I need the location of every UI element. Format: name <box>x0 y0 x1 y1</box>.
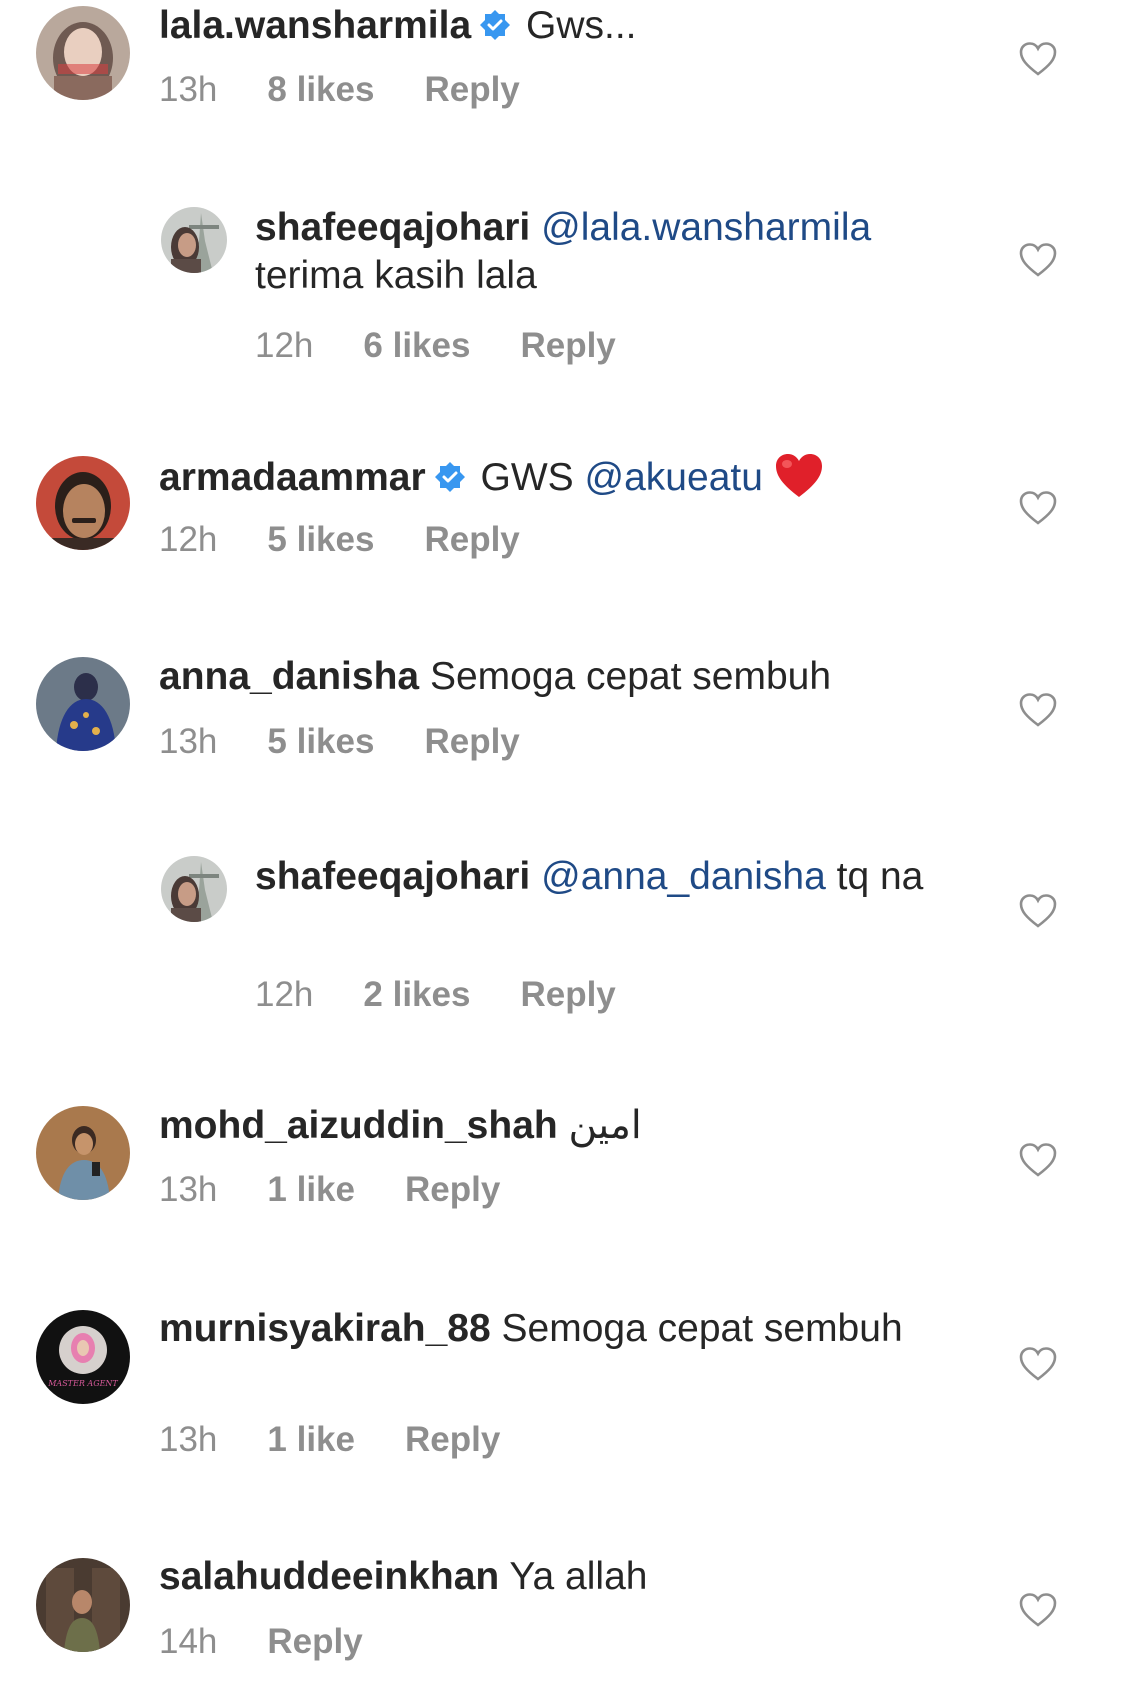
username[interactable]: shafeeqajohari <box>255 206 530 249</box>
username[interactable]: lala.wansharmila <box>159 4 471 47</box>
reply-button[interactable]: Reply <box>405 1418 500 1462</box>
avatar[interactable] <box>161 207 227 273</box>
comment-meta: 13h 8 likes Reply <box>159 68 520 112</box>
likes-count[interactable]: 1 like <box>267 1418 355 1462</box>
comment-text: mohd_aizuddin_shah امين <box>159 1102 919 1150</box>
reply-button[interactable]: Reply <box>520 324 615 368</box>
comment-meta: 13h 5 likes Reply <box>159 720 520 764</box>
comment-text: anna_danisha Semoga cepat sembuh <box>159 653 919 701</box>
timestamp: 12h <box>255 975 314 1014</box>
comment-meta: 13h 1 like Reply <box>159 1168 500 1212</box>
reply-button[interactable]: Reply <box>424 68 519 112</box>
heart-outline-icon[interactable] <box>1018 1346 1058 1382</box>
timestamp: 14h <box>159 1622 218 1661</box>
comment-meta: 12h 5 likes Reply <box>159 518 520 562</box>
username[interactable]: mohd_aizuddin_shah <box>159 1104 558 1147</box>
comment-text: shafeeqajohari @lala.wansharmila terima … <box>255 204 935 300</box>
likes-count[interactable]: 5 likes <box>267 518 374 562</box>
heart-outline-icon[interactable] <box>1018 1592 1058 1628</box>
likes-count[interactable]: 8 likes <box>267 68 374 112</box>
comment-body: Semoga cepat sembuh <box>429 655 832 698</box>
heart-outline-icon[interactable] <box>1018 41 1058 77</box>
comment-body: tq na <box>836 855 924 898</box>
likes-count[interactable]: 2 likes <box>363 973 470 1017</box>
username[interactable]: anna_danisha <box>159 655 419 698</box>
verified-badge-icon <box>434 457 466 492</box>
avatar[interactable] <box>36 1106 130 1200</box>
mention-link[interactable]: @akueatu <box>585 456 763 499</box>
username[interactable]: salahuddeeinkhan <box>159 1555 499 1598</box>
avatar[interactable]: MASTER AGENT <box>36 1310 130 1404</box>
avatar[interactable] <box>36 657 130 751</box>
likes-count[interactable]: 1 like <box>267 1168 355 1212</box>
likes-count[interactable]: 5 likes <box>267 720 374 764</box>
comment-body: Ya allah <box>509 1555 648 1598</box>
comment-meta: 12h 6 likes Reply <box>255 324 616 368</box>
timestamp: 13h <box>159 722 218 761</box>
username[interactable]: murnisyakirah_88 <box>159 1307 491 1350</box>
username[interactable]: armadaammar <box>159 456 426 499</box>
avatar-brand-text: MASTER AGENT <box>47 1379 118 1388</box>
reply-button[interactable]: Reply <box>424 518 519 562</box>
comment-text: shafeeqajohari @anna_danisha tq na <box>255 853 935 901</box>
red-heart-emoji-icon <box>773 452 825 500</box>
avatar[interactable] <box>36 456 130 550</box>
username[interactable]: shafeeqajohari <box>255 855 530 898</box>
timestamp: 13h <box>159 1420 218 1459</box>
reply-button[interactable]: Reply <box>424 720 519 764</box>
mention-link[interactable]: @lala.wansharmila <box>541 206 871 249</box>
comment-text: salahuddeeinkhan Ya allah <box>159 1553 919 1601</box>
heart-outline-icon[interactable] <box>1018 242 1058 278</box>
comment-text: lala.wansharmila Gws... <box>159 2 919 50</box>
comment-meta: 14h Reply <box>159 1620 363 1664</box>
reply-button[interactable]: Reply <box>405 1168 500 1212</box>
avatar[interactable] <box>161 856 227 922</box>
timestamp: 13h <box>159 70 218 109</box>
mention-link[interactable]: @anna_danisha <box>541 855 826 898</box>
comment-body: GWS <box>480 456 574 499</box>
avatar[interactable] <box>36 1558 130 1652</box>
heart-outline-icon[interactable] <box>1018 490 1058 526</box>
timestamp: 12h <box>159 520 218 559</box>
heart-outline-icon[interactable] <box>1018 1142 1058 1178</box>
comment-body: Semoga cepat sembuh <box>501 1307 903 1350</box>
likes-count[interactable]: 6 likes <box>363 324 470 368</box>
avatar[interactable] <box>36 6 130 100</box>
heart-outline-icon[interactable] <box>1018 692 1058 728</box>
timestamp: 13h <box>159 1170 218 1209</box>
comment-meta: 12h 2 likes Reply <box>255 973 616 1017</box>
comment-text: murnisyakirah_88 Semoga cepat sembuh <box>159 1305 919 1353</box>
comment-body: terima kasih lala <box>255 254 537 297</box>
heart-outline-icon[interactable] <box>1018 893 1058 929</box>
reply-button[interactable]: Reply <box>520 973 615 1017</box>
comment-meta: 13h 1 like Reply <box>159 1418 500 1462</box>
timestamp: 12h <box>255 326 314 365</box>
verified-badge-icon <box>479 5 511 40</box>
comment-body: امين <box>568 1104 642 1147</box>
comment-text: armadaammar GWS @akueatu <box>159 452 919 502</box>
comment-body: Gws... <box>526 4 637 47</box>
reply-button[interactable]: Reply <box>267 1620 362 1664</box>
